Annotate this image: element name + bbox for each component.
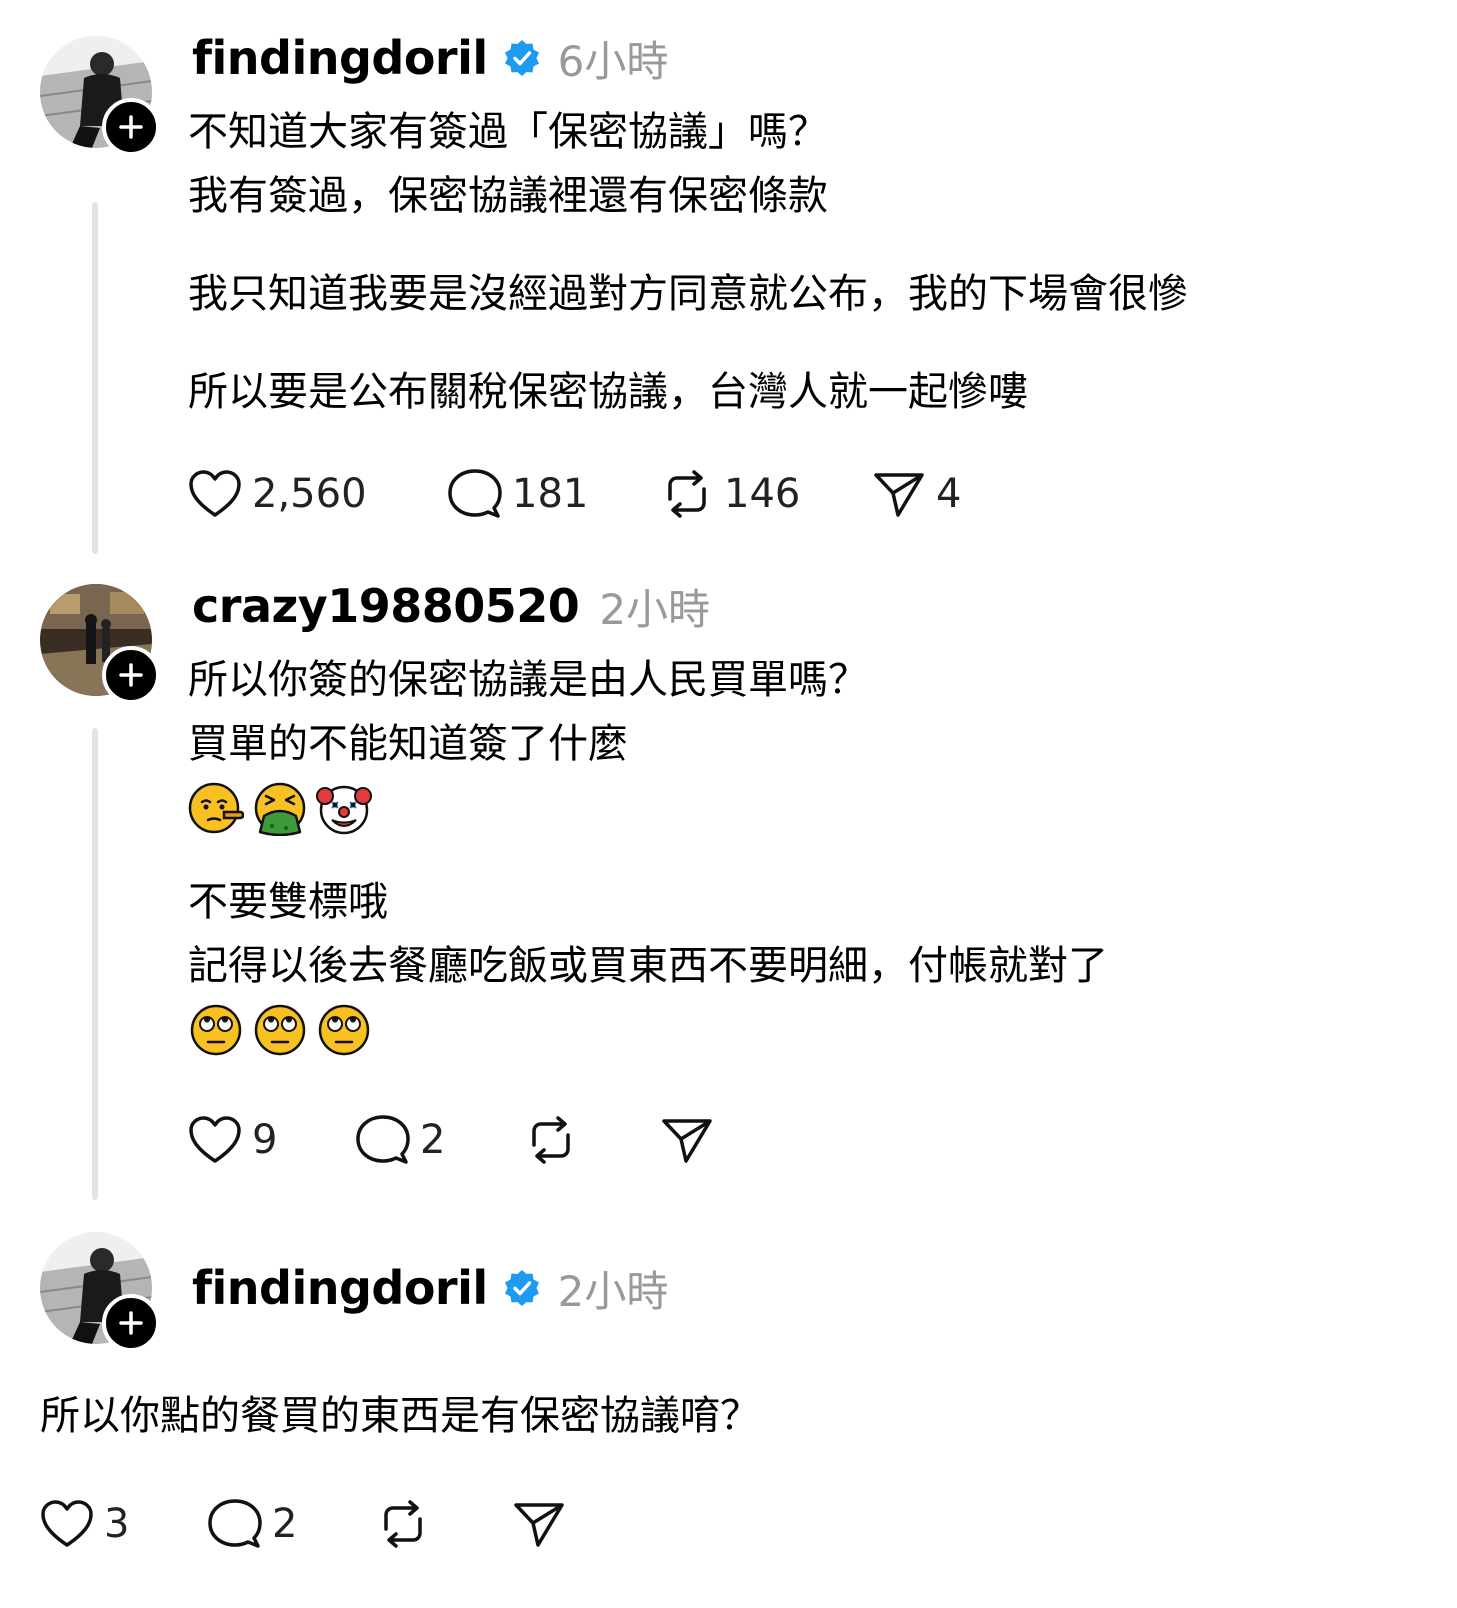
post-body: 所以你點的餐買的東西是有保密協議唷？: [40, 1384, 760, 1448]
reply-count: 2: [272, 1501, 298, 1547]
post-body: 所以你簽的保密協議是由人民買單嗎？ 買單的不能知道簽了什麼 不要雙標哦 記得以後…: [188, 648, 1108, 1062]
comment-icon: [208, 1499, 262, 1548]
repost-icon: [532, 1116, 570, 1164]
verified-badge-icon: [502, 1268, 542, 1308]
eye-roll-face-icon: [190, 1004, 242, 1056]
verified-badge-icon: [502, 38, 542, 78]
post-header: crazy19880520 2小時: [192, 576, 710, 636]
share-button[interactable]: [512, 1499, 566, 1549]
reply-button[interactable]: 2: [356, 1114, 524, 1166]
reply-count: 2: [420, 1117, 446, 1163]
text-line: 記得以後去餐廳吃飯或買東西不要明細，付帳就對了: [188, 943, 1108, 989]
share-button[interactable]: 4: [872, 469, 961, 519]
post-body: 不知道大家有簽過「保密協議」嗎？ 我有簽過，保密協議裡還有保密條款 我只知道我要…: [188, 100, 1188, 424]
repost-icon: [668, 470, 706, 518]
comment-icon: [356, 1115, 410, 1164]
eye-roll-face-icon: [318, 1004, 370, 1056]
share-count: 4: [936, 471, 962, 517]
comment-icon: [448, 469, 502, 518]
text-line: 所以要是公布關稅保密協議，台灣人就一起慘嘍: [188, 369, 1028, 415]
repost-count: 146: [724, 471, 801, 517]
text-line: 所以你簽的保密協議是由人民買單嗎？: [188, 657, 868, 703]
follow-button[interactable]: [102, 98, 160, 156]
send-icon: [514, 1503, 564, 1547]
eye-roll-face-icon: [254, 1004, 306, 1056]
username[interactable]: findingdoril: [192, 1261, 488, 1315]
post-header: findingdoril 6小時: [192, 28, 668, 88]
like-count: 3: [104, 1501, 130, 1547]
clown-face-icon: [316, 785, 372, 835]
repost-button[interactable]: [376, 1499, 512, 1549]
vomiting-face-icon: [254, 782, 306, 836]
plus-icon: [119, 115, 143, 139]
timestamp[interactable]: 6小時: [558, 28, 669, 89]
heart-icon: [189, 470, 241, 517]
text-line: 我只知道我要是沒經過對方同意就公布，我的下場會很慘: [188, 271, 1188, 317]
plus-icon: [119, 663, 143, 687]
reply-button[interactable]: 181: [448, 468, 660, 520]
text-line: 不知道大家有簽過「保密協議」嗎？: [188, 109, 828, 155]
plus-icon: [119, 1311, 143, 1335]
heart-icon: [189, 1116, 241, 1163]
repost-button[interactable]: [524, 1115, 660, 1165]
like-button[interactable]: 9: [188, 1115, 356, 1165]
like-button[interactable]: 2,560: [188, 469, 448, 519]
repost-icon: [384, 1500, 422, 1548]
emoji-row: [188, 776, 1108, 840]
like-count: 9: [252, 1117, 278, 1163]
like-count: 2,560: [252, 471, 367, 517]
action-bar: 2,560 181 146 4: [188, 464, 961, 524]
text-line: 不要雙標哦: [188, 879, 388, 925]
timestamp[interactable]: 2小時: [599, 576, 710, 637]
thread-line: [92, 202, 98, 554]
action-bar: 3 2: [40, 1494, 566, 1554]
lying-face-icon: [188, 782, 244, 834]
emoji-row: [188, 998, 1108, 1062]
thread-line: [92, 728, 98, 1200]
username[interactable]: crazy19880520: [192, 579, 580, 633]
follow-button[interactable]: [102, 1294, 160, 1352]
timestamp[interactable]: 2小時: [558, 1258, 669, 1319]
reply-button[interactable]: 2: [208, 1498, 376, 1550]
text-line: 所以你點的餐買的東西是有保密協議唷？: [40, 1393, 760, 1439]
like-button[interactable]: 3: [40, 1499, 208, 1549]
text-line: 我有簽過，保密協議裡還有保密條款: [188, 173, 828, 219]
share-button[interactable]: [660, 1115, 714, 1165]
username[interactable]: findingdoril: [192, 31, 488, 85]
send-icon: [874, 473, 924, 517]
follow-button[interactable]: [102, 646, 160, 704]
action-bar: 9 2: [188, 1110, 714, 1170]
heart-icon: [41, 1500, 93, 1547]
repost-button[interactable]: 146: [660, 469, 872, 519]
reply-count: 181: [512, 471, 589, 517]
text-line: 買單的不能知道簽了什麼: [188, 721, 628, 767]
send-icon: [662, 1119, 712, 1163]
post-header: findingdoril 2小時: [192, 1258, 668, 1318]
